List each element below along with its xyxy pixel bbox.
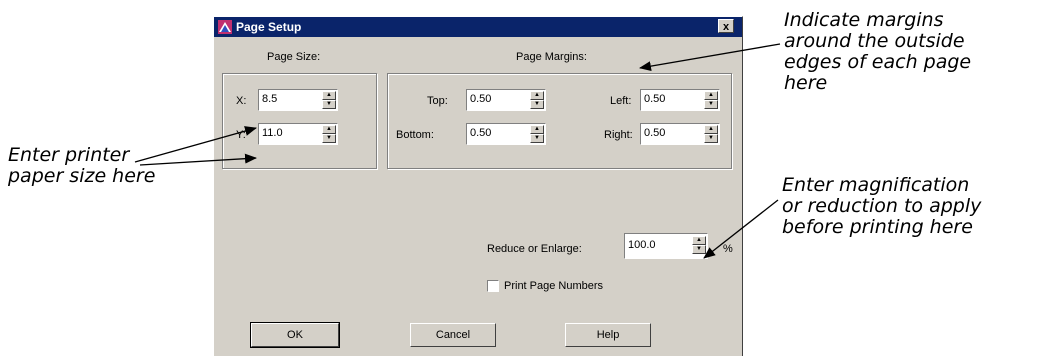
magnification-arrow bbox=[703, 199, 779, 259]
paper-height-arrow bbox=[139, 153, 257, 166]
annotation-arrows bbox=[134, 43, 781, 259]
margins-arrow bbox=[639, 43, 781, 72]
paper-width-arrow bbox=[134, 126, 257, 163]
